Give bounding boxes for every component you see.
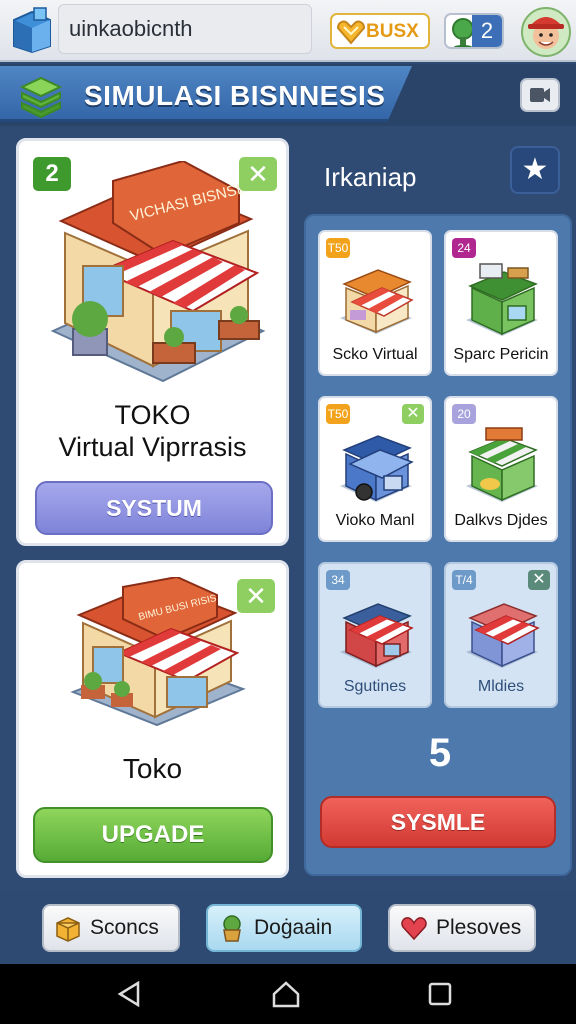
layers-icon [19,76,63,118]
tab-label: Doġaain [254,916,333,939]
shop-item-label: Mldies [477,678,525,695]
close-button[interactable]: ✕ [402,404,424,424]
shop-item-label: Sparc Pericin [453,346,549,363]
level-badge: 2 [33,157,71,191]
shop-building-illustration: VICHASI BISNSIA [50,161,266,383]
shop-section-title: Irkaniap [324,162,417,192]
shop-item-icon [466,603,540,668]
business-title: Toko [122,753,183,784]
recents-icon[interactable] [424,978,456,1010]
business-card-virtual[interactable]: VICHASI BISNSIA 2 ✕ TOKO Virtual Viprras… [16,138,289,546]
shop-item-icon [466,263,538,336]
business-title-line1: TOKO [114,400,191,430]
business-card-toko[interactable]: BIMU BUSI RISIS ✕ Toko UPGADE [16,560,289,878]
shop-item-label: Dalkvs Djdes [454,512,548,529]
avatar[interactable] [520,4,572,58]
shop-item-icon [340,269,414,334]
app-title: uinkaobicnth [58,4,312,54]
shop-item-locked[interactable]: T/4 ✕ Mldies [444,562,558,708]
close-button[interactable]: ✕ [239,157,277,191]
shop-item[interactable]: T50 Scko Virtual [318,230,432,376]
shop-item-label: Sgutines [343,678,407,695]
item-price-badge: T/4 [452,570,476,590]
page-title: SIMULASI BISNNESIS [84,80,386,111]
gem-icon [336,20,366,45]
business-title-line2: Virtual Viprrasis [58,432,247,462]
players-count: 2 [472,15,502,47]
shop-item-icon [340,435,414,502]
item-price-badge: T50 [326,238,350,258]
shop-building-illustration: BIMU BUSI RISIS [70,577,246,727]
favorite-button[interactable]: ★ [510,146,560,194]
system-button[interactable]: SYSTUM [35,481,273,535]
currency-label: BUSX [366,21,419,42]
home-icon[interactable] [270,978,302,1010]
item-count: 5 [428,731,452,775]
shop-item[interactable]: 20 Dalkvs Djdes [444,396,558,542]
tab-label: Sconcs [90,916,159,939]
camera-icon [530,88,550,102]
close-button[interactable]: ✕ [237,579,275,613]
shop-item-label: Scko Virtual [332,346,418,363]
close-button[interactable]: ✕ [528,570,550,590]
tab-plesoves[interactable]: Plesoves [388,904,536,952]
shop-item-locked[interactable]: 34 Sgutines [318,562,432,708]
sysmle-button[interactable]: SYSMLE [320,796,556,848]
box-icon [56,917,80,942]
shop-item-label: Vioko Manl [335,512,415,529]
item-price-badge: T50 [326,404,350,424]
item-price-badge: 34 [326,570,350,590]
currency-counter[interactable]: BUSX [330,13,430,49]
item-price-badge: 24 [452,238,476,258]
camera-button[interactable] [520,78,560,112]
item-price-badge: 20 [452,404,476,424]
tab-label: Plesoves [436,916,522,939]
tab-dogaain[interactable]: Doġaain [206,904,362,952]
shop-item-icon [340,603,414,668]
shop-item[interactable]: T50 ✕ Vioko Manl [318,396,432,542]
plant-icon [223,915,241,942]
top-bar: uinkaobicnth BUSX 2 [0,0,576,62]
tab-sconcs[interactable]: Sconcs [42,904,180,952]
players-counter[interactable]: 2 [444,13,504,49]
app-logo-icon[interactable] [10,6,54,54]
upgrade-button[interactable]: UPGADE [33,807,273,863]
heart-icon [401,917,427,941]
shop-item[interactable]: 24 Sparc Pericin [444,230,558,376]
shop-item-icon [466,427,538,502]
business-title: TOKO Virtual Viprrasis [19,399,286,463]
star-icon: ★ [521,153,549,186]
back-icon[interactable] [114,978,146,1010]
shop-panel: T50 Scko Virtual 24 Sparc Pericin T50 ✕ … [304,214,572,876]
